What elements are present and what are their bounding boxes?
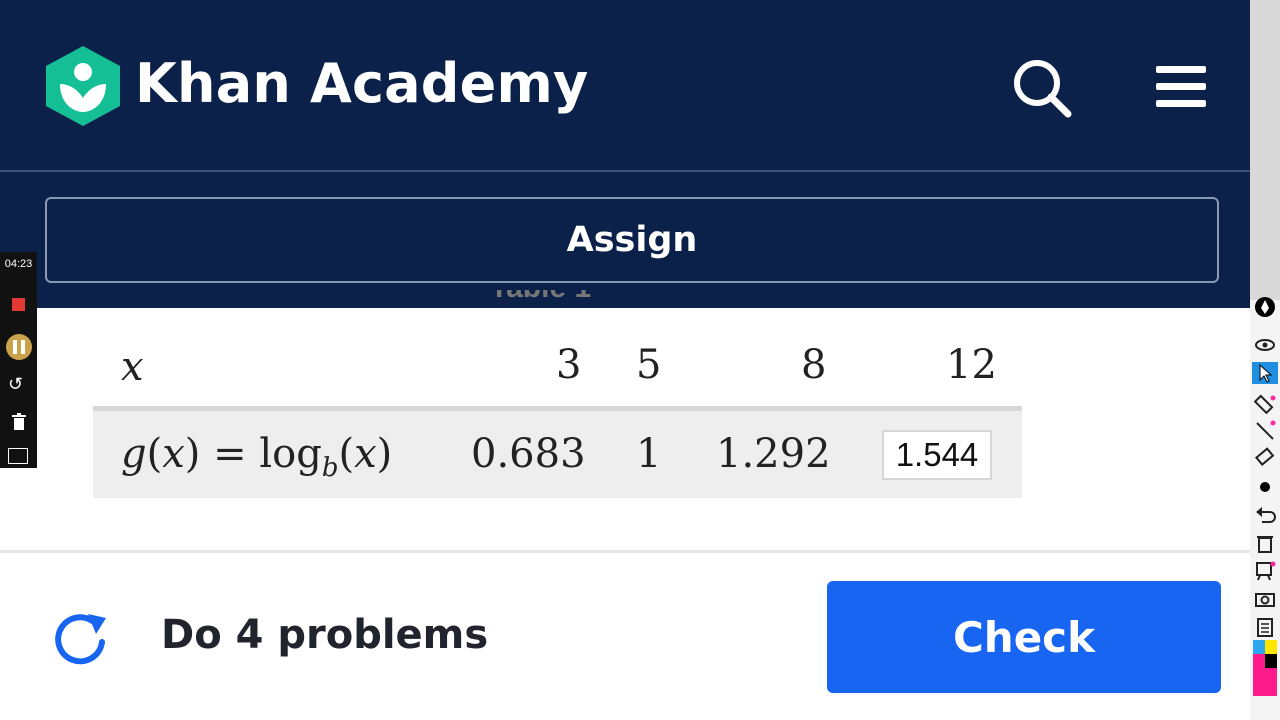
eraser-icon[interactable] <box>1254 446 1276 468</box>
pen-tip-icon[interactable] <box>1254 296 1276 318</box>
table-row-x: x 3 5 8 12 <box>93 336 1022 404</box>
line-tool-icon[interactable] <box>1254 420 1276 442</box>
g-value-2: 1 <box>636 431 662 477</box>
stop-recording-icon[interactable] <box>12 298 25 311</box>
color-swatch-pink[interactable] <box>1253 654 1265 668</box>
answer-input[interactable]: 1.544 <box>882 430 992 480</box>
whiteboard-icon[interactable] <box>1254 560 1276 582</box>
assign-button[interactable]: Assign <box>45 197 1219 283</box>
g-value-3: 1.292 <box>716 431 831 477</box>
color-palette[interactable] <box>1253 640 1277 696</box>
eye-icon[interactable] <box>1254 334 1276 356</box>
undo-icon[interactable]: ↺ <box>8 374 23 395</box>
khan-academy-logo-icon[interactable] <box>46 46 120 126</box>
function-table: x 3 5 8 12 gg((x) = logb(x) 0.683 1 1.29… <box>93 336 1022 498</box>
x-value-1: 3 <box>556 342 582 388</box>
row-label-x: x <box>121 344 144 390</box>
pause-recording-icon[interactable] <box>6 334 32 360</box>
recording-timer: 04:23 <box>4 258 33 270</box>
resize-icon[interactable] <box>8 448 28 464</box>
brand-name[interactable]: Khan Academy <box>135 52 588 115</box>
table-row-g: gg((x) = logb(x) 0.683 1 1.292 1.544 <box>93 406 1022 498</box>
trash-icon[interactable] <box>9 412 29 432</box>
notes-icon[interactable] <box>1254 616 1276 638</box>
x-value-4: 12 <box>946 342 997 388</box>
camera-icon[interactable] <box>1254 588 1276 610</box>
annotation-toolbar <box>1250 0 1280 720</box>
clear-trash-icon[interactable] <box>1254 532 1276 554</box>
brush-size-icon[interactable] <box>1254 476 1276 498</box>
color-swatch-yellow[interactable] <box>1265 640 1277 654</box>
refresh-icon[interactable] <box>50 608 110 668</box>
color-swatch-magenta[interactable] <box>1253 668 1277 696</box>
color-swatch-black[interactable] <box>1265 654 1277 668</box>
problems-count-text: Do 4 problems <box>161 612 489 658</box>
undo-annotation-icon[interactable] <box>1254 504 1276 526</box>
color-swatch-blue[interactable] <box>1253 640 1265 654</box>
screen-recorder-toolbar <box>0 252 37 468</box>
search-icon[interactable] <box>1010 56 1074 120</box>
g-value-1: 0.683 <box>471 431 586 477</box>
x-value-3: 8 <box>801 342 827 388</box>
annotation-toolbar-top <box>1250 0 1280 300</box>
row-label-g: gg((x) = logb(x) <box>121 431 393 483</box>
hamburger-menu-icon[interactable] <box>1156 66 1206 108</box>
x-value-2: 5 <box>636 342 662 388</box>
marker-icon[interactable] <box>1254 392 1276 414</box>
table-title: Table 1 <box>490 290 591 314</box>
cursor-arrow-icon[interactable] <box>1252 362 1278 384</box>
check-button[interactable]: Check <box>827 581 1221 693</box>
